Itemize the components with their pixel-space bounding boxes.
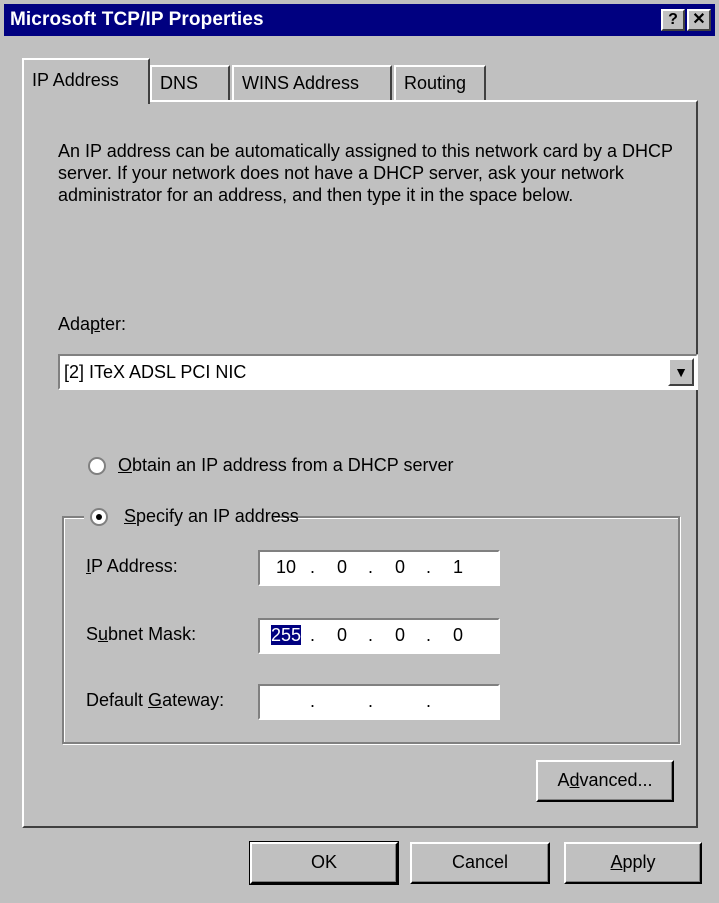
tab-dns[interactable]: DNS [150,65,230,101]
ip-address-label: IP Address: [86,556,178,576]
help-icon: ? [668,11,678,28]
ip-octet-1[interactable]: 10 [266,557,306,578]
close-icon: ✕ [692,11,706,28]
tab-label: IP Address [32,70,119,90]
subnet-mask-field[interactable]: 255 . 0 . 0 . 0 [258,618,500,654]
tab-label: Routing [404,73,467,93]
default-gateway-label: Default Gateway: [86,690,225,710]
obtain-dhcp-label[interactable]: Obtain an IP address from a DHCP server [118,455,454,476]
group-legend: Specify an IP address [84,504,299,532]
adapter-dropdown[interactable]: [2] ITeX ADSL PCI NIC ▼ [58,354,698,390]
ip-octet-2[interactable]: 0 [322,557,362,578]
default-gateway-field[interactable]: . . . [258,684,500,720]
close-button[interactable]: ✕ [687,9,711,31]
octet-separator: . [310,625,316,645]
cancel-button[interactable]: Cancel [410,842,550,884]
tcpip-properties-dialog: Microsoft TCP/IP Properties ? ✕ IP Addre… [0,0,719,903]
octet-separator: . [426,557,432,577]
ip-octet-4[interactable]: 1 [438,557,478,578]
octet-separator: . [368,691,374,711]
window-title: Microsoft TCP/IP Properties [10,9,264,30]
ip-octet-3[interactable]: 0 [380,557,420,578]
tab-wins-address[interactable]: WINS Address [232,65,392,101]
subnet-octet-2[interactable]: 0 [322,625,362,646]
obtain-dhcp-radio[interactable] [88,457,106,475]
ip-address-panel: An IP address can be automatically assig… [22,100,698,828]
adapter-value: [2] ITeX ADSL PCI NIC [64,362,247,382]
adapter-label: Adapter: [58,314,127,334]
ip-address-field[interactable]: 10 . 0 . 0 . 1 [258,550,500,586]
title-bar: Microsoft TCP/IP Properties ? ✕ [4,4,715,36]
tab-ip-address[interactable]: IP Address [22,58,150,104]
octet-separator: . [310,557,316,577]
octet-separator: . [426,691,432,711]
description-text: An IP address can be automatically assig… [58,141,673,205]
octet-separator: . [310,691,316,711]
ok-button[interactable]: OK [249,841,399,885]
octet-separator: . [426,625,432,645]
selected-text: 255 [270,625,302,645]
subnet-octet-4[interactable]: 0 [438,625,478,646]
tab-label: WINS Address [242,73,360,93]
chevron-down-icon: ▼ [674,364,688,380]
specify-ip-label[interactable]: Specify an IP address [124,506,299,526]
radio-selected-dot [96,514,102,520]
specify-ip-groupbox: Specify an IP address IP Address: 10 . 0… [62,504,680,744]
specify-ip-radio[interactable] [90,508,108,526]
apply-button[interactable]: Apply [564,842,702,884]
octet-separator: . [368,557,374,577]
advanced-button[interactable]: Advanced... [536,760,674,802]
help-button[interactable]: ? [661,9,685,31]
subnet-octet-3[interactable]: 0 [380,625,420,646]
subnet-octet-1[interactable]: 255 [266,625,306,646]
subnet-mask-label: Subnet Mask: [86,624,197,644]
octet-separator: . [368,625,374,645]
tab-routing[interactable]: Routing [394,65,486,101]
tab-label: DNS [160,73,199,93]
dropdown-arrow-button[interactable]: ▼ [668,358,694,386]
